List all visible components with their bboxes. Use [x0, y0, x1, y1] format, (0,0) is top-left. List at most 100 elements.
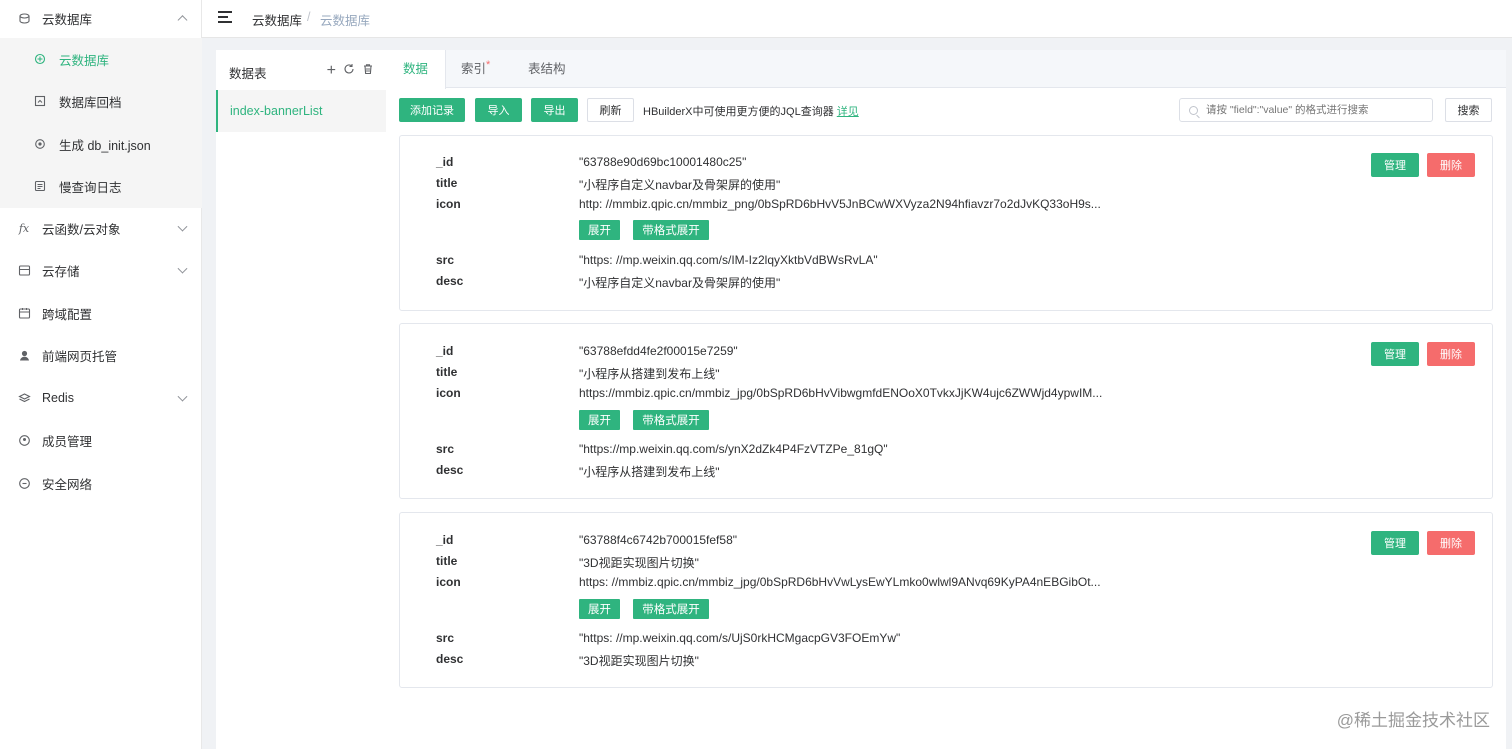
sidebar-item-label: 成员管理 — [42, 434, 93, 449]
add-record-button[interactable]: 添加记录 — [399, 98, 465, 122]
table-list-actions: + — [327, 62, 374, 78]
field-value-icon: http: //mmbiz.qpic.cn/mmbiz_png/0bSpRD6b… — [579, 197, 1101, 211]
expand-formatted-button[interactable]: 带格式展开 — [633, 599, 709, 619]
sidebar-item-label: 跨域配置 — [42, 307, 93, 322]
chevron-up-icon — [177, 15, 188, 26]
sub-item-slow-query-log[interactable]: 慢查询日志 — [0, 165, 202, 207]
sidebar: 云数据库 云数据库 数据库回档 生成 db_init.json 慢查询日志 fx… — [0, 0, 202, 749]
sidebar-item-label: Redis — [42, 391, 74, 405]
tab-data[interactable]: 数据 — [386, 50, 447, 89]
search-input[interactable] — [1206, 104, 1426, 116]
search-icon — [1189, 105, 1198, 115]
sidebar-item-cloud-database[interactable]: 云数据库 — [0, 0, 202, 39]
function-icon: fx — [18, 221, 30, 235]
breadcrumb-separator: / — [307, 10, 311, 24]
sidebar-item-label: 云数据库 — [42, 12, 93, 27]
host-icon — [17, 348, 31, 362]
sidebar-item-redis[interactable]: Redis — [0, 377, 202, 419]
field-key-title: title — [436, 554, 458, 568]
delete-button[interactable]: 删除 — [1427, 531, 1475, 555]
sidebar-item-label: 前端网页托管 — [42, 349, 118, 364]
table-item-index-bannerlist[interactable]: index-bannerList — [216, 90, 386, 132]
breadcrumb-root[interactable]: 云数据库 — [252, 10, 302, 29]
manage-button[interactable]: 管理 — [1371, 531, 1419, 555]
delete-button[interactable]: 删除 — [1427, 153, 1475, 177]
jql-hint-link[interactable]: 详见 — [837, 106, 859, 118]
expand-button[interactable]: 展开 — [579, 410, 620, 430]
delete-button[interactable]: 删除 — [1427, 342, 1475, 366]
field-value-id: "63788f4c6742b700015fef58" — [579, 533, 737, 547]
field-value-src: "https: //mp.weixin.qq.com/s/IM-Iz2lqyXk… — [579, 253, 878, 267]
tab-schema[interactable]: 表结构 — [511, 50, 583, 88]
chevron-down-icon — [177, 391, 188, 402]
tab-label: 表结构 — [528, 62, 566, 76]
sub-item-cloud-database[interactable]: 云数据库 — [0, 38, 202, 80]
field-key-id: _id — [436, 533, 454, 547]
record-card: _id "63788e90d69bc10001480c25" title "小程… — [399, 135, 1493, 311]
field-key-src: src — [436, 253, 455, 267]
sub-item-label: 云数据库 — [59, 53, 110, 68]
field-key-src: src — [436, 631, 455, 645]
sidebar-item-label: 云函数/云对象 — [42, 222, 121, 237]
field-value-title: "小程序自定义navbar及骨架屏的使用" — [579, 178, 781, 192]
security-icon — [17, 476, 31, 490]
field-value-desc: "3D视距实现图片切换" — [579, 654, 699, 668]
field-key-id: _id — [436, 344, 454, 358]
sub-item-label: 数据库回档 — [59, 95, 122, 110]
table-list-title: 数据表 — [229, 67, 267, 81]
sidebar-item-label: 云存储 — [42, 264, 80, 279]
sub-item-label: 生成 db_init.json — [59, 138, 151, 153]
restore-icon — [34, 95, 46, 107]
search-button[interactable]: 搜索 — [1445, 98, 1492, 122]
storage-icon — [17, 263, 31, 277]
trash-icon[interactable] — [362, 63, 374, 78]
database-icon — [17, 11, 31, 25]
watermark: @稀土掘金技术社区 — [1336, 711, 1490, 730]
sub-item-database-restore[interactable]: 数据库回档 — [0, 80, 202, 122]
field-key-title: title — [436, 176, 458, 190]
menu-toggle-icon[interactable] — [218, 11, 232, 23]
record-card: _id "63788efdd4fe2f00015e7259" title "小程… — [399, 323, 1493, 499]
add-icon[interactable]: + — [327, 62, 336, 78]
refresh-icon[interactable] — [343, 63, 355, 78]
sub-item-generate-db-init[interactable]: 生成 db_init.json — [0, 123, 202, 165]
redis-icon — [17, 391, 31, 405]
expand-button[interactable]: 展开 — [579, 599, 620, 619]
main-panel: 数据 索引* 表结构 添加记录 导入 导出 刷新 HBuilderX中可使用更方… — [386, 50, 1506, 749]
log-icon — [34, 180, 46, 192]
chevron-down-icon — [177, 221, 188, 232]
field-value-id: "63788e90d69bc10001480c25" — [579, 155, 747, 169]
sidebar-item-cloud-storage[interactable]: 云存储 — [0, 249, 202, 291]
submenu-cloud-database: 云数据库 数据库回档 生成 db_init.json 慢查询日志 — [0, 38, 202, 208]
refresh-button[interactable]: 刷新 — [587, 98, 634, 122]
jql-hint: HBuilderX中可使用更方便的JQL查询器 详见 — [643, 103, 859, 119]
field-key-desc: desc — [436, 652, 464, 666]
expand-formatted-button[interactable]: 带格式展开 — [633, 220, 709, 240]
field-value-title: "3D视距实现图片切换" — [579, 556, 699, 570]
expand-formatted-button[interactable]: 带格式展开 — [633, 410, 709, 430]
import-button[interactable]: 导入 — [475, 98, 522, 122]
field-key-icon: icon — [436, 386, 461, 400]
required-star: * — [486, 59, 491, 71]
tab-index[interactable]: 索引* — [444, 50, 507, 88]
member-icon — [17, 433, 31, 447]
sidebar-item-web-hosting[interactable]: 前端网页托管 — [0, 334, 202, 376]
sidebar-item-label: 安全网络 — [42, 477, 93, 492]
manage-button[interactable]: 管理 — [1371, 342, 1419, 366]
sidebar-item-cors[interactable]: 跨域配置 — [0, 292, 202, 334]
sidebar-item-members[interactable]: 成员管理 — [0, 419, 202, 461]
field-value-desc: "小程序从搭建到发布上线" — [579, 465, 720, 479]
tab-bar: 数据 索引* 表结构 — [386, 50, 1506, 89]
expand-button[interactable]: 展开 — [579, 220, 620, 240]
field-value-id: "63788efdd4fe2f00015e7259" — [579, 344, 738, 358]
field-value-src: "https: //mp.weixin.qq.com/s/UjS0rkHCMga… — [579, 631, 901, 645]
field-key-icon: icon — [436, 197, 461, 211]
search-field[interactable] — [1179, 98, 1433, 122]
manage-button[interactable]: 管理 — [1371, 153, 1419, 177]
chevron-down-icon — [177, 263, 188, 274]
export-button[interactable]: 导出 — [531, 98, 578, 122]
sidebar-item-security-network[interactable]: 安全网络 — [0, 462, 202, 504]
sidebar-item-cloud-functions[interactable]: fx 云函数/云对象 — [0, 207, 202, 249]
settings-icon — [34, 138, 46, 150]
field-value-title: "小程序从搭建到发布上线" — [579, 367, 720, 381]
